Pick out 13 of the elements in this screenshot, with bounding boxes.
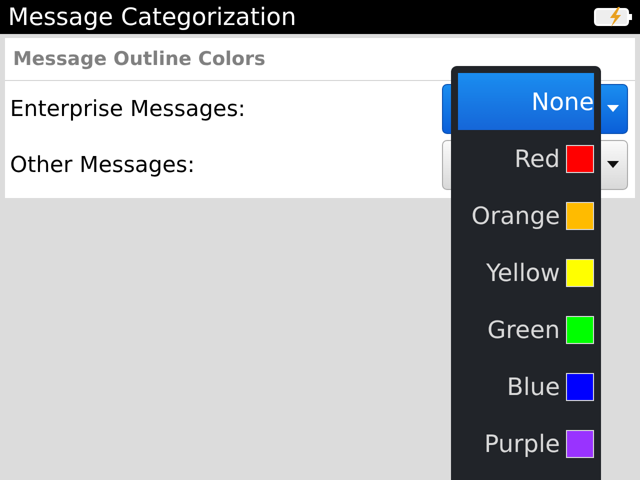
menu-item[interactable]: Green: [458, 301, 594, 358]
menu-item[interactable]: Red: [458, 130, 594, 187]
window-title: Message Categorization: [8, 3, 296, 31]
setting-label: Other Messages:: [10, 152, 196, 178]
setting-label: Enterprise Messages:: [10, 96, 246, 122]
menu-item[interactable]: Yellow: [458, 244, 594, 301]
caret-icon: [607, 161, 619, 169]
menu-item[interactable]: None: [458, 73, 594, 130]
menu-item[interactable]: Orange: [458, 187, 594, 244]
menu-item[interactable]: Blue: [458, 358, 594, 415]
menu-item[interactable]: Purple: [458, 415, 594, 472]
caret-icon: [607, 105, 619, 113]
battery-icon: [594, 6, 634, 28]
